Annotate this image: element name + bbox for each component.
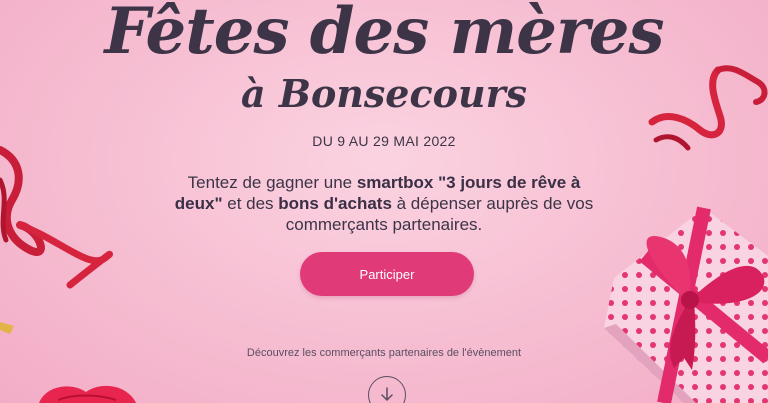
- ribbon-left-decoration: [0, 146, 114, 289]
- description-text-2: et des: [222, 194, 279, 213]
- scroll-down-button[interactable]: [368, 376, 406, 403]
- discover-partners-link[interactable]: Découvrez les commerçants partenaires de…: [0, 347, 768, 359]
- heart-decoration: [39, 385, 136, 403]
- page-title: Fêtes des mères: [104, 0, 665, 69]
- arrow-down-icon: [381, 387, 393, 401]
- page-subtitle: à Bonsecours: [240, 71, 528, 116]
- prize-description: Tentez de gagner une smartbox "3 jours d…: [164, 172, 604, 235]
- landing-page: Fêtes des mères à Bonsecours DU 9 AU 29 …: [0, 0, 768, 403]
- confetti-decoration: [0, 322, 14, 334]
- participate-button[interactable]: Participer: [300, 252, 474, 296]
- gift-box-decoration: [604, 206, 768, 403]
- description-prize-vouchers: bons d'achats: [278, 194, 392, 213]
- event-dates: DU 9 AU 29 MAI 2022: [312, 133, 456, 149]
- description-text-1: Tentez de gagner une: [187, 173, 357, 192]
